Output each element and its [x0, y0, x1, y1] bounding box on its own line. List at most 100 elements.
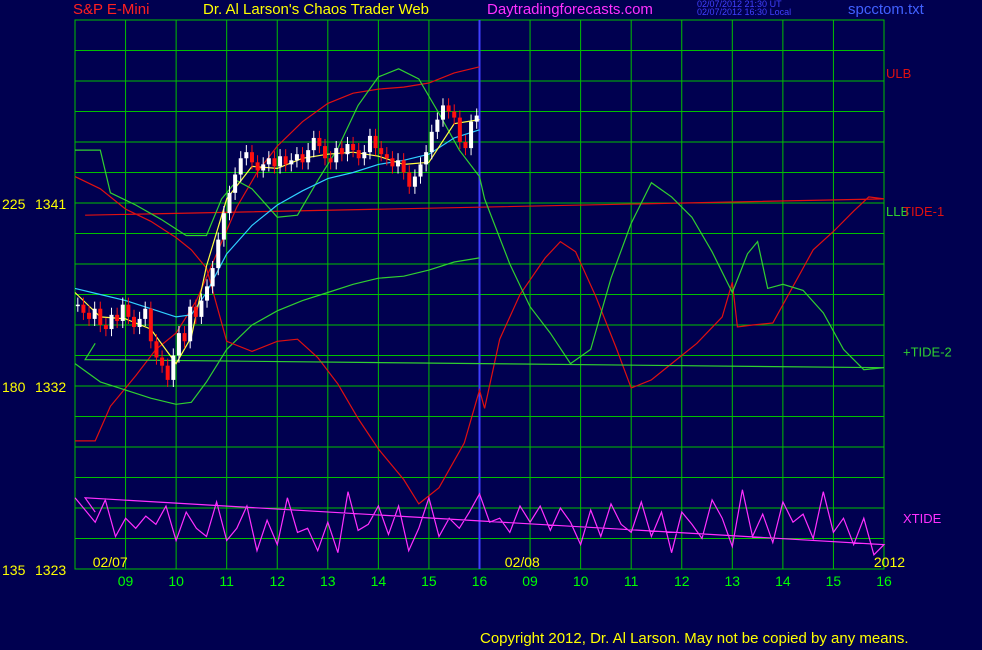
price-bar-body — [323, 146, 328, 159]
x-hour-label: 10 — [573, 573, 589, 589]
price-bar-body — [238, 158, 243, 175]
x-hour-label: 14 — [371, 573, 387, 589]
x-hour-label: 13 — [725, 573, 741, 589]
x-hour-label: 10 — [168, 573, 184, 589]
price-bar-body — [300, 154, 305, 163]
price-bar-body — [345, 144, 350, 155]
price-bar-body — [384, 154, 389, 159]
price-bar-body — [440, 105, 445, 120]
price-bar-body — [390, 158, 395, 167]
price-bar-body — [306, 150, 311, 163]
price-bar-body — [379, 148, 384, 155]
price-bar-body — [311, 137, 316, 151]
y-tick-label: 1332 — [35, 379, 66, 395]
y-tick-alt-label: 180 — [2, 379, 26, 395]
price-bar-body — [160, 357, 165, 366]
x-hour-label: 16 — [472, 573, 488, 589]
price-bar-body — [289, 160, 294, 165]
price-bar-body — [469, 121, 474, 149]
x-hour-label: 09 — [118, 573, 134, 589]
price-bar-body — [131, 316, 136, 328]
x-hour-label: 09 — [522, 573, 538, 589]
price-bar-body — [103, 325, 108, 330]
price-bar-body — [81, 304, 86, 313]
price-bar-body — [283, 156, 288, 165]
price-bar-body — [452, 111, 457, 118]
date-label: 2012 — [874, 554, 905, 570]
price-bar-body — [205, 286, 210, 301]
price-bar-body — [137, 318, 142, 328]
price-bar-body — [210, 268, 215, 287]
price-bar-body — [412, 176, 417, 187]
price-bar-body — [424, 152, 429, 165]
x-hour-label: 12 — [269, 573, 285, 589]
price-bar-body — [199, 300, 204, 317]
x-hour-label: 15 — [826, 573, 842, 589]
price-bar-body — [373, 135, 378, 149]
price-bar-body — [75, 304, 80, 307]
price-bar-body — [278, 156, 283, 167]
price-bar-body — [272, 158, 277, 167]
x-hour-label: 16 — [876, 573, 892, 589]
price-bar-body — [227, 192, 232, 214]
price-bar-body — [463, 142, 468, 149]
price-bar-body — [92, 308, 97, 319]
x-hour-label: 15 — [421, 573, 437, 589]
price-bar-body — [396, 160, 401, 167]
price-bar-body — [356, 150, 361, 159]
y-tick-alt-label: 225 — [2, 196, 26, 212]
x-hour-label: 12 — [674, 573, 690, 589]
y-tick-alt-label: 135 — [2, 562, 26, 578]
price-bar-body — [362, 152, 367, 159]
series-label: TIDE-1 — [903, 204, 944, 219]
price-bar-body — [171, 355, 176, 380]
price-bar-body — [143, 308, 148, 319]
price-bar-body — [351, 144, 356, 151]
price-bar-body — [165, 365, 170, 380]
price-bar-body — [294, 154, 299, 161]
price-bar-body — [109, 314, 114, 330]
x-hour-label: 11 — [219, 573, 234, 589]
x-hour-label: 13 — [320, 573, 336, 589]
price-bar-body — [474, 115, 479, 122]
price-bar-body — [266, 158, 271, 165]
price-bar-body — [182, 333, 187, 342]
price-bar-body — [154, 341, 159, 358]
series-label: +TIDE-2 — [903, 344, 952, 359]
chart-symbol: S&P E-Mini — [73, 1, 150, 18]
price-bar-body — [148, 308, 153, 342]
price-bar-body — [216, 239, 221, 269]
price-bar-body — [188, 306, 193, 342]
site-link[interactable]: Daytradingforecasts.com — [487, 1, 653, 18]
price-bar-body — [334, 148, 339, 163]
price-bar-body — [418, 164, 423, 177]
y-tick-label: 1341 — [35, 196, 66, 212]
price-bar-body — [429, 131, 434, 153]
price-bar-body — [261, 164, 266, 171]
price-bar-body — [367, 135, 372, 153]
copyright-notice: Copyright 2012, Dr. Al Larson. May not b… — [480, 630, 909, 647]
price-bar-body — [115, 314, 120, 321]
price-bar-body — [401, 160, 406, 173]
price-bar-body — [126, 304, 131, 317]
local-timestamp: 02/07/2012 16:30 Local — [697, 7, 792, 17]
x-hour-label: 11 — [624, 573, 639, 589]
price-bar-body — [233, 174, 238, 193]
series-label: XTIDE — [903, 511, 942, 526]
price-bar-body — [457, 117, 462, 142]
price-bar-body — [435, 119, 440, 132]
price-bar-body — [244, 152, 249, 159]
price-bar-body — [446, 105, 451, 112]
x-hour-label: 14 — [775, 573, 791, 589]
price-bar-body — [120, 304, 125, 321]
price-bar-body — [317, 137, 322, 147]
price-bar-body — [249, 152, 254, 163]
price-bar-body — [221, 213, 226, 240]
price-bar-body — [339, 148, 344, 155]
date-label: 02/08 — [505, 554, 540, 570]
price-bar-body — [176, 333, 181, 356]
price-bar-body — [255, 162, 260, 171]
price-bar-body — [87, 312, 92, 319]
chart-title: Dr. Al Larson's Chaos Trader Web — [203, 1, 430, 18]
price-bar-body — [328, 158, 333, 163]
